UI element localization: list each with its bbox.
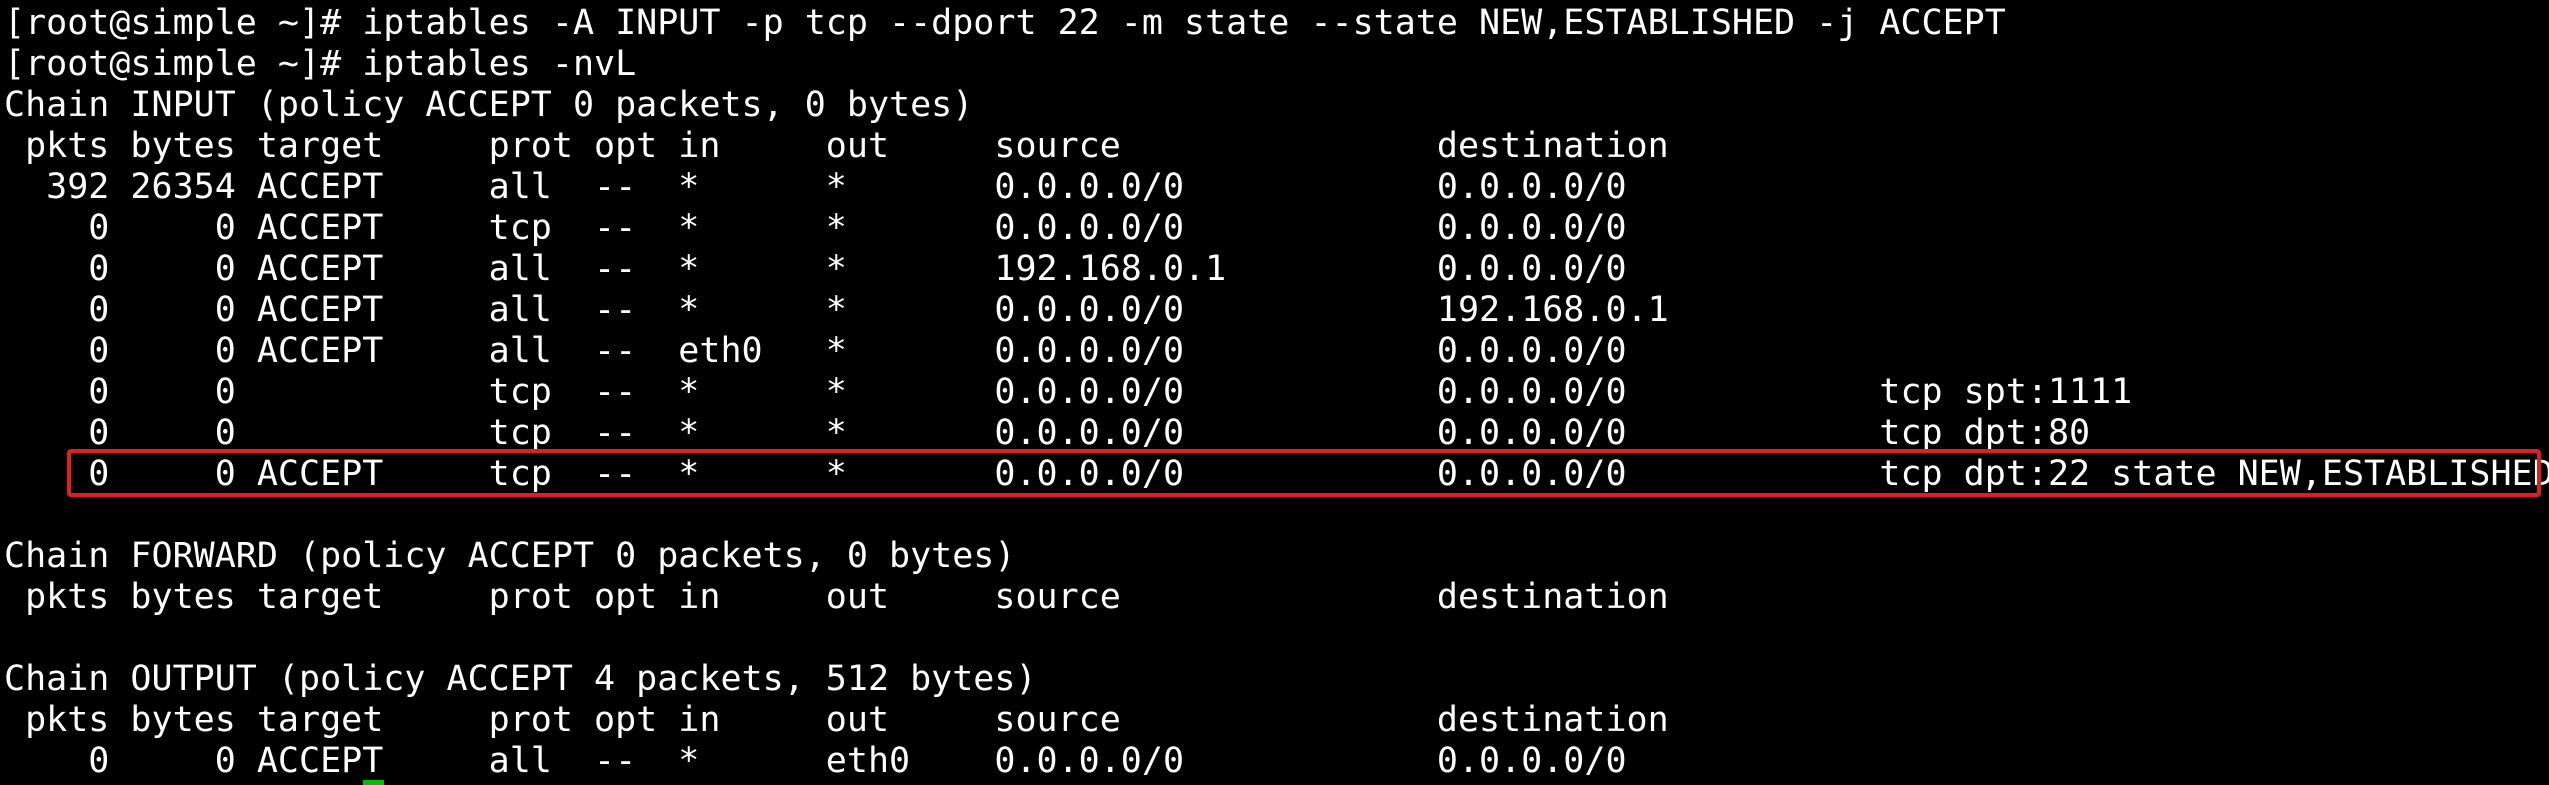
chain-input-header: Chain INPUT (policy ACCEPT 0 packets, 0 … xyxy=(4,85,974,125)
chain-input-columns: pkts bytes target prot opt in out source… xyxy=(4,126,1669,166)
input-rule-row: 392 26354 ACCEPT all -- * * 0.0.0.0/0 0.… xyxy=(4,167,1627,207)
chain-output-columns: pkts bytes target prot opt in out source… xyxy=(4,700,1669,740)
chain-forward-header: Chain FORWARD (policy ACCEPT 0 packets, … xyxy=(4,536,1016,576)
terminal-window[interactable]: [root@simple ~]# iptables -A INPUT -p tc… xyxy=(0,0,2549,785)
chain-forward-columns: pkts bytes target prot opt in out source… xyxy=(4,577,1669,617)
highlight-annotation-box xyxy=(67,449,2541,497)
input-rule-row: 0 0 tcp -- * * 0.0.0.0/0 0.0.0.0/0 tcp d… xyxy=(4,413,2091,453)
input-rule-row: 0 0 ACCEPT all -- eth0 * 0.0.0.0/0 0.0.0… xyxy=(4,331,1627,371)
terminal-cursor xyxy=(363,780,384,785)
command-line-list-rules: [root@simple ~]# iptables -nvL xyxy=(4,44,637,84)
command-line-append-rule: [root@simple ~]# iptables -A INPUT -p tc… xyxy=(4,3,2006,43)
input-rule-row: 0 0 ACCEPT all -- * * 0.0.0.0/0 192.168.… xyxy=(4,290,1669,330)
output-rule-row: 0 0 ACCEPT all -- * eth0 0.0.0.0/0 0.0.0… xyxy=(4,741,1627,781)
chain-output-header: Chain OUTPUT (policy ACCEPT 4 packets, 5… xyxy=(4,659,1037,699)
input-rule-row: 0 0 tcp -- * * 0.0.0.0/0 0.0.0.0/0 tcp s… xyxy=(4,372,2133,412)
input-rule-row: 0 0 ACCEPT tcp -- * * 0.0.0.0/0 0.0.0.0/… xyxy=(4,208,1627,248)
input-rule-row: 0 0 ACCEPT all -- * * 192.168.0.1 0.0.0.… xyxy=(4,249,1627,289)
